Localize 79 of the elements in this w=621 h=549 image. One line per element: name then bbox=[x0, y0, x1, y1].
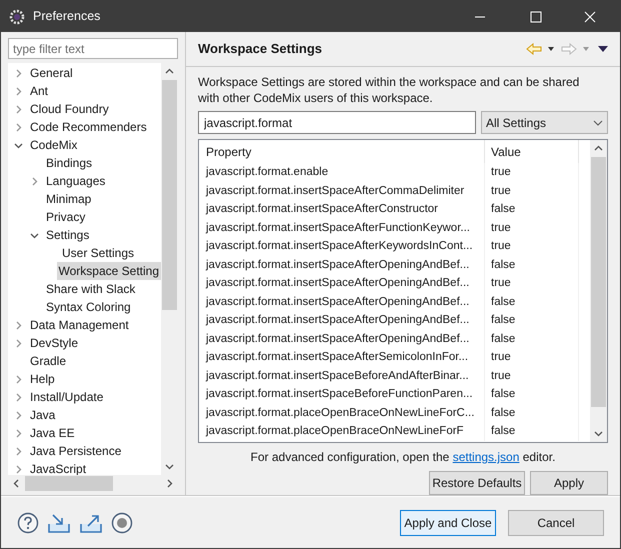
description: Workspace Settings are stored within the workspace and can be shared with other CodeMix users of this workspace. bbox=[198, 74, 580, 106]
tree-item[interactable]: Settings bbox=[44, 226, 92, 244]
tree-item[interactable]: Bindings bbox=[44, 154, 94, 172]
view-menu-icon[interactable] bbox=[596, 45, 610, 53]
table-cell: false bbox=[485, 385, 579, 404]
gear-icon bbox=[9, 8, 25, 24]
window-title: Preferences bbox=[33, 8, 100, 26]
tree-item[interactable]: Help bbox=[28, 370, 57, 388]
chevron-down-icon[interactable] bbox=[593, 120, 603, 126]
chevron-down-icon[interactable] bbox=[30, 230, 39, 240]
table-cell: javascript.format.insertSpaceAfterOpeningAndBef... bbox=[199, 311, 485, 330]
table-cell: javascript.format.insertSpaceAfterOpeningAndBef... bbox=[199, 256, 485, 274]
table-cell: javascript.format.placeOpenBraceOnNewLineForF bbox=[199, 422, 485, 440]
scope-dropdown[interactable]: All Settings bbox=[481, 111, 608, 134]
tree-item[interactable]: Java Persistence bbox=[28, 442, 124, 460]
table-cell: true bbox=[485, 274, 579, 292]
scrollbar[interactable] bbox=[590, 140, 607, 442]
table-cell: false bbox=[485, 404, 579, 422]
table-cell: false bbox=[485, 330, 579, 348]
tree-item[interactable]: Ant bbox=[28, 82, 50, 100]
tree-item[interactable]: Minimap bbox=[44, 190, 94, 208]
table-cell: false bbox=[485, 256, 579, 274]
settings-link[interactable]: settings.json bbox=[452, 450, 520, 464]
maximize-icon[interactable] bbox=[530, 10, 542, 22]
table-cell: javascript.format.insertSpaceAfterKeywordsInCont... bbox=[199, 237, 485, 256]
table-cell: true bbox=[485, 366, 579, 385]
tree-item[interactable]: Data Management bbox=[28, 316, 131, 334]
tree-item[interactable]: Share with Slack bbox=[44, 280, 138, 298]
action-button[interactable]: Restore Defaults bbox=[429, 471, 525, 495]
table-cell: javascript.format.insertSpaceAfterSemicolonInFor... bbox=[199, 348, 485, 366]
tree-item[interactable]: Privacy bbox=[44, 208, 88, 226]
caret-icon[interactable] bbox=[545, 45, 557, 53]
column-header[interactable]: Value bbox=[485, 140, 579, 163]
tree-item[interactable]: User Settings bbox=[60, 244, 136, 262]
table-cell: false bbox=[485, 200, 579, 218]
record-icon[interactable] bbox=[111, 512, 133, 534]
tree-item[interactable]: Syntax Coloring bbox=[44, 298, 133, 316]
table-cell: javascript.format.insertSpaceAfterCommaDelimiter bbox=[199, 182, 485, 200]
table-cell: true bbox=[485, 348, 579, 366]
table-cell: false bbox=[485, 311, 579, 330]
tree-item[interactable]: Workspace Setting bbox=[56, 262, 161, 280]
table-cell: javascript.format.insertSpaceBeforeAndAfterBinar... bbox=[199, 366, 485, 385]
table-cell: javascript.format.insertSpaceAfterOpeningAndBef... bbox=[199, 330, 485, 348]
tree-item[interactable]: DevStyle bbox=[28, 334, 80, 352]
page-title: Workspace Settings bbox=[198, 40, 324, 58]
table-cell: javascript.format.placeOpenBraceOnNewLineForC... bbox=[199, 404, 485, 422]
tree-item[interactable]: Languages bbox=[44, 172, 108, 190]
table-cell: javascript.format.insertSpaceAfterOpeningAndBef... bbox=[199, 292, 485, 311]
action-button[interactable]: Apply bbox=[530, 471, 608, 495]
tree-item[interactable]: Java EE bbox=[28, 424, 77, 442]
table-cell: javascript.format.insertSpaceBeforeFunctionParen... bbox=[199, 385, 485, 404]
advanced-note: For advanced configuration, open the settings.json editor. bbox=[250, 449, 556, 466]
table-cell: false bbox=[485, 422, 579, 440]
tree-item[interactable]: Gradle bbox=[28, 352, 68, 370]
table-cell: javascript.format.insertSpaceAfterOpeningAndBef... bbox=[199, 274, 485, 292]
table-cell: true bbox=[485, 163, 579, 182]
dialog-button[interactable]: Cancel bbox=[508, 510, 604, 536]
table-cell: true bbox=[485, 218, 579, 237]
tree-item[interactable]: CodeMix bbox=[28, 136, 80, 154]
help-icon[interactable] bbox=[17, 512, 39, 534]
table-cell: true bbox=[485, 237, 579, 256]
table-cell: false bbox=[485, 292, 579, 311]
tree-item[interactable]: General bbox=[28, 64, 75, 82]
tree-item[interactable]: Cloud Foundry bbox=[28, 100, 111, 118]
close-icon[interactable] bbox=[584, 10, 596, 22]
import-icon[interactable] bbox=[47, 512, 71, 534]
table-cell: javascript.format.insertSpaceAfterConstructor bbox=[199, 200, 485, 218]
tree-item[interactable]: Install/Update bbox=[28, 388, 106, 406]
table-cell: true bbox=[485, 182, 579, 200]
table-cell: javascript.format.insertSpaceAfterFunctionKeywor... bbox=[199, 218, 485, 237]
tree-item[interactable]: Code Recommenders bbox=[28, 118, 149, 136]
filter-field[interactable]: type filter text bbox=[8, 38, 178, 59]
table-cell: javascript.format.enable bbox=[199, 163, 485, 182]
chevron-right-icon[interactable] bbox=[30, 176, 39, 186]
search-field[interactable]: javascript.format bbox=[198, 111, 476, 134]
chevron-down-icon[interactable] bbox=[14, 140, 23, 150]
dialog-button[interactable]: Apply and Close bbox=[400, 510, 496, 536]
column-header[interactable]: Property bbox=[199, 140, 485, 163]
tree-item[interactable]: Java bbox=[28, 406, 58, 424]
